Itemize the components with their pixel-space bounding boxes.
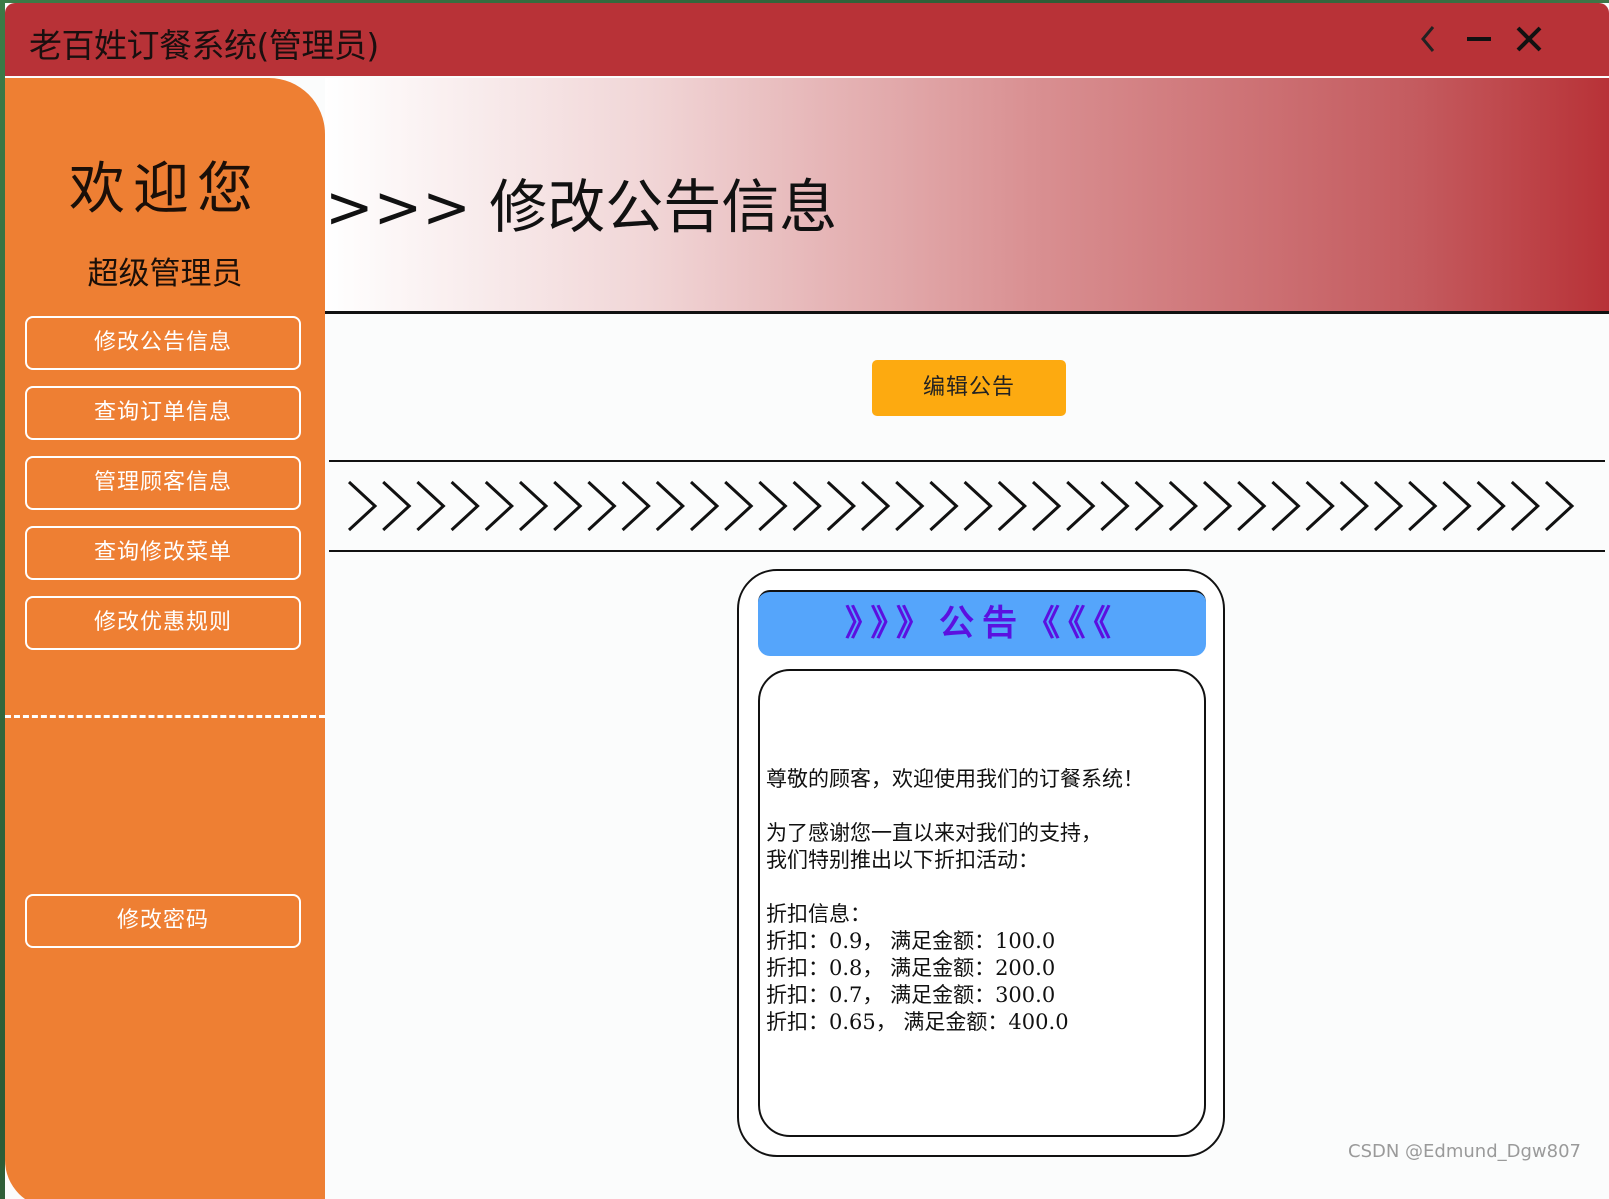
chevron-right-icon <box>724 480 754 532</box>
sidebar-divider <box>5 715 325 718</box>
app-window: 老百姓订餐系统(管理员) 欢迎您 超级管理员 修改公告信息 查询订单信息 管理顾… <box>5 3 1609 1199</box>
chevron-right-icon <box>1373 480 1404 532</box>
chevron-right-icon <box>1442 480 1472 532</box>
close-button[interactable] <box>1509 17 1549 61</box>
chevron-right-icon <box>895 480 925 532</box>
chevron-right-icon <box>963 480 993 532</box>
header-divider <box>325 311 1609 314</box>
chevron-right-icon <box>416 480 446 532</box>
chevron-right-icon <box>553 480 583 532</box>
chevron-right-icon <box>1066 480 1096 532</box>
main-panel: >>> 修改公告信息 编辑公告 》》》公告《《《 尊敬的顾客，欢迎使用我们的订餐… <box>325 78 1609 1199</box>
sidebar: 欢迎您 超级管理员 修改公告信息 查询订单信息 管理顾客信息 查询修改菜单 修改… <box>5 78 325 1199</box>
chevron-right-icon <box>689 480 720 532</box>
chevron-right-icon <box>860 480 891 532</box>
back-chevron-icon <box>1421 26 1435 52</box>
welcome-text: 欢迎您 <box>69 157 261 222</box>
chevron-right-icon <box>587 480 617 532</box>
chevron-right-icon <box>1510 480 1541 532</box>
arrow-divider-strip <box>329 460 1605 552</box>
chevron-right-icon <box>1408 480 1438 532</box>
chevron-right-icon <box>1237 480 1267 532</box>
notice-content: 尊敬的顾客，欢迎使用我们的订餐系统！ 为了感谢您一直以来对我们的支持， 我们特别… <box>758 669 1206 1137</box>
close-icon <box>1516 26 1542 52</box>
chevron-right-icon <box>655 480 686 532</box>
chevron-right-icon <box>1271 480 1301 532</box>
window-title: 老百姓订餐系统(管理员) <box>29 26 379 65</box>
back-button[interactable] <box>1409 17 1449 61</box>
chevron-right-icon <box>758 480 788 532</box>
chevron-right-icon <box>484 480 515 532</box>
chevron-right-icon <box>1202 480 1233 532</box>
chevron-right-icon <box>1544 480 1575 532</box>
chevron-right-icon <box>382 480 412 532</box>
chevron-right-icon <box>792 480 822 532</box>
chevron-right-icon <box>1100 480 1130 532</box>
chevron-right-icon <box>347 480 1575 532</box>
header-banner: >>> 修改公告信息 <box>325 78 1609 311</box>
page-title: >>> 修改公告信息 <box>325 173 838 241</box>
watermark: CSDN @Edmund_Dgw807 <box>1348 1141 1581 1162</box>
chevron-right-icon <box>450 480 480 532</box>
chevron-right-icon <box>929 480 959 532</box>
chevron-right-icon <box>997 480 1028 532</box>
nav-manage-customers-button[interactable]: 管理顾客信息 <box>25 456 301 510</box>
chevron-right-icon <box>518 480 549 532</box>
nav-discount-rules-button[interactable]: 修改优惠规则 <box>25 596 301 650</box>
edit-notice-button[interactable]: 编辑公告 <box>872 360 1066 416</box>
chevron-right-icon <box>347 480 378 532</box>
chevron-right-icon <box>1305 480 1335 532</box>
nav-edit-menu-button[interactable]: 查询修改菜单 <box>25 526 301 580</box>
nav-query-orders-button[interactable]: 查询订单信息 <box>25 386 301 440</box>
minimize-button[interactable] <box>1459 17 1499 61</box>
chevron-right-icon <box>621 480 651 532</box>
notice-card: 》》》公告《《《 尊敬的顾客，欢迎使用我们的订餐系统！ 为了感谢您一直以来对我们… <box>737 569 1225 1157</box>
chevron-right-icon <box>1339 480 1370 532</box>
minimize-icon <box>1467 37 1491 41</box>
chevron-right-icon <box>1168 480 1199 532</box>
change-password-button[interactable]: 修改密码 <box>25 894 301 948</box>
nav-edit-notice-button[interactable]: 修改公告信息 <box>25 316 301 370</box>
chevron-right-icon <box>1031 480 1062 532</box>
chevron-right-icon <box>826 480 857 532</box>
title-bar: 老百姓订餐系统(管理员) <box>5 3 1609 76</box>
chevron-right-icon <box>1476 480 1506 532</box>
chevron-right-icon <box>1134 480 1164 532</box>
notice-title: 》》》公告《《《 <box>758 590 1206 656</box>
user-role: 超级管理员 <box>87 256 243 292</box>
